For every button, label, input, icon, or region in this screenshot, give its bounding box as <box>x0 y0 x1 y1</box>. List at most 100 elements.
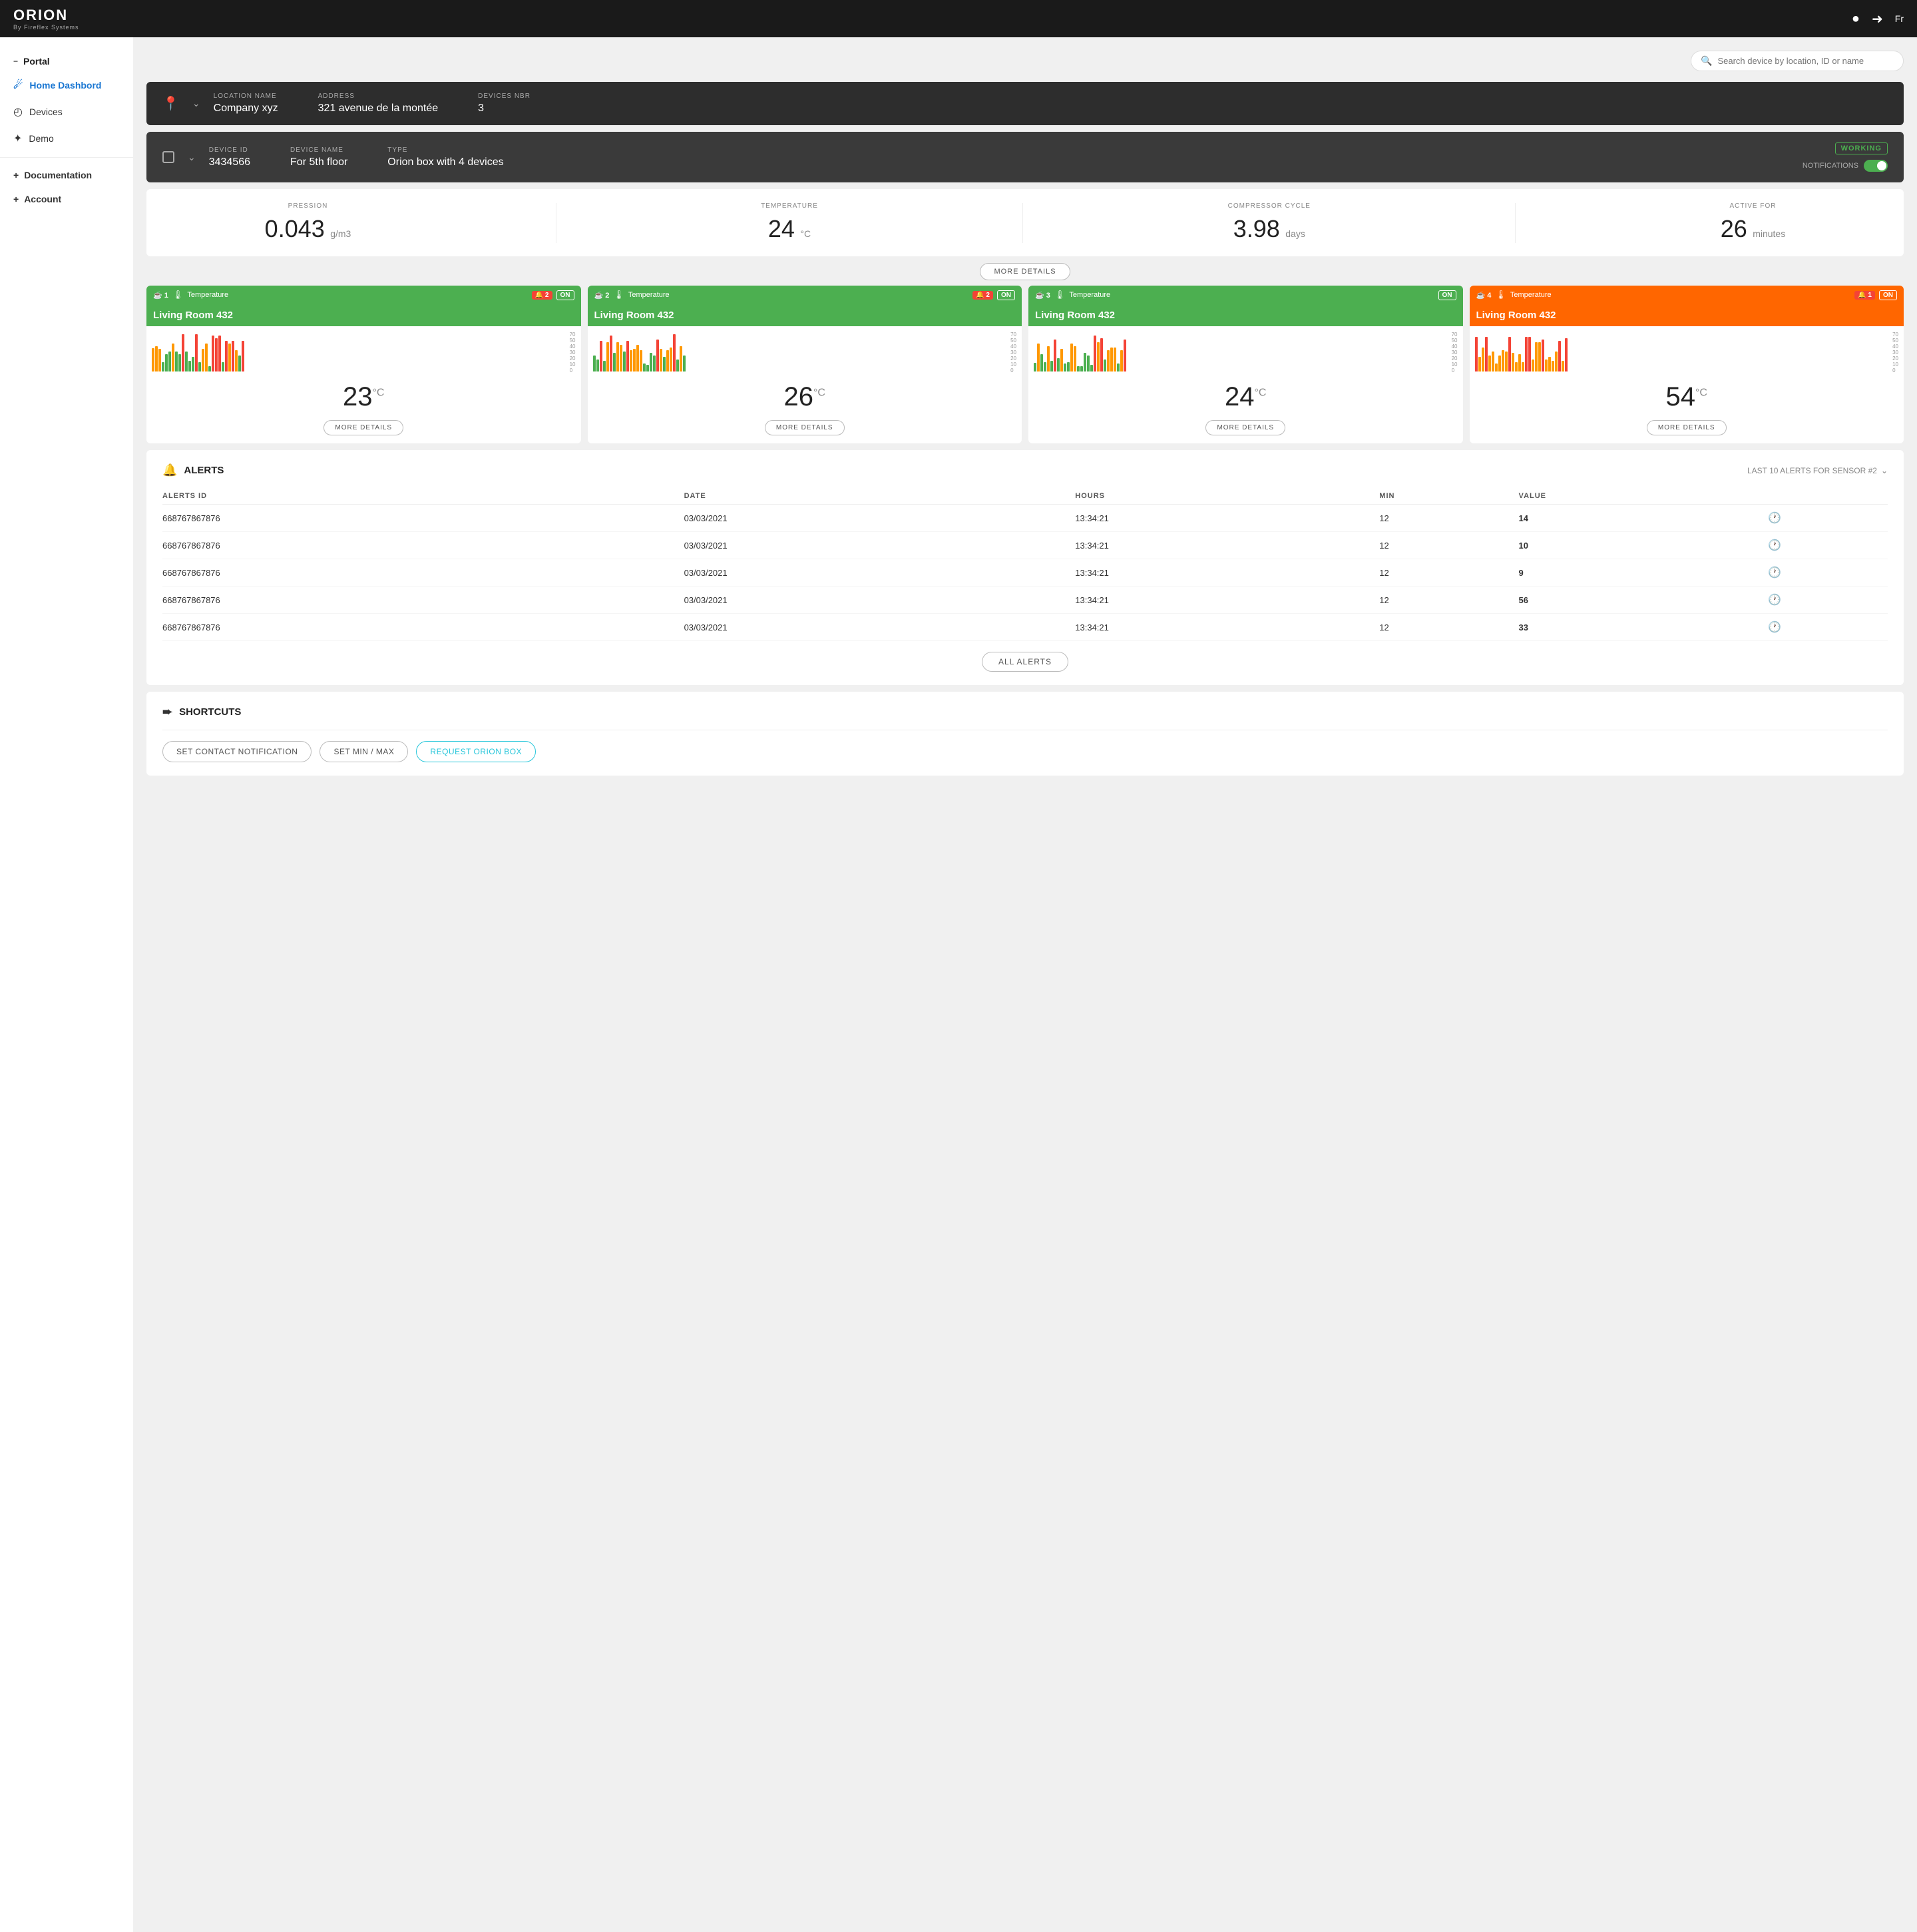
chart-bar <box>1044 362 1046 371</box>
sidebar-item-devices[interactable]: ◴ Devices <box>0 99 133 125</box>
location-address-value: 321 avenue de la montée <box>318 103 439 115</box>
sensor-card-1: ☕ 1 🌡 Temperature 🔔 2 ON Living Room 432… <box>146 286 581 443</box>
alert-min-cell: 12 <box>1379 559 1518 587</box>
alert-badge: 🔔 1 <box>1854 291 1875 300</box>
chart-bar <box>1495 363 1498 371</box>
alert-action-cell[interactable]: 🕐 <box>1768 559 1888 587</box>
chart-bar <box>202 349 204 371</box>
thermometer-icon: 🌡 <box>1054 290 1066 300</box>
alert-date-cell: 03/03/2021 <box>684 614 1076 641</box>
sensor-more-details-button[interactable]: MORE DETAILS <box>323 420 403 435</box>
sensor-unit: °C <box>1255 387 1267 399</box>
working-badge: WORKING <box>1835 142 1888 154</box>
alerts-table: ALERTS ID DATE HOURS MIN VALUE 668767867… <box>162 488 1888 641</box>
alert-detail-icon[interactable]: 🕐 <box>1768 622 1781 633</box>
device-id-label: DEVICE ID <box>209 146 250 154</box>
alert-value-cell: 56 <box>1519 587 1768 614</box>
device-checkbox[interactable] <box>162 151 174 163</box>
chart-bar <box>673 334 676 371</box>
alert-detail-icon[interactable]: 🕐 <box>1768 513 1781 524</box>
sensor-more-details-button[interactable]: MORE DETAILS <box>765 420 845 435</box>
sidebar-item-demo[interactable]: ✦ Demo <box>0 125 133 152</box>
grid-icon: ☄ <box>13 79 23 92</box>
shortcut-set-contact-button[interactable]: SET CONTACT NOTIFICATION <box>162 741 312 762</box>
chart-bar <box>232 341 234 371</box>
chart-bar <box>593 356 596 371</box>
stat-active-unit: minutes <box>1753 228 1785 239</box>
location-name-value: Company xyz <box>214 103 278 115</box>
sidebar-item-label: Documentation <box>24 170 92 180</box>
location-name-field: LOCATION NAME Company xyz <box>214 93 278 115</box>
alert-action-cell[interactable]: 🕐 <box>1768 614 1888 641</box>
account-icon[interactable]: ● <box>1852 11 1860 27</box>
alert-action-cell[interactable]: 🕐 <box>1768 532 1888 559</box>
device-name-value: For 5th floor <box>290 156 347 168</box>
shortcut-set-min-max-button[interactable]: SET MIN / MAX <box>320 741 408 762</box>
chart-bars <box>593 332 1006 371</box>
logout-icon[interactable]: ➜ <box>1872 11 1883 27</box>
chart-bar <box>1107 350 1110 371</box>
shortcut-request-orion-button[interactable]: REQUEST ORION BOX <box>416 741 536 762</box>
language-selector[interactable]: Fr <box>1895 13 1904 24</box>
sidebar-item-label: Demo <box>29 133 53 144</box>
location-devices-nbr-field: DEVICES NBR 3 <box>478 93 531 115</box>
chart-bar <box>1538 342 1541 371</box>
logo-text: ORION <box>13 7 68 24</box>
chart-bar <box>152 348 154 371</box>
chart-bar <box>218 336 221 371</box>
chart-bar <box>623 352 626 371</box>
chart-bar <box>600 341 602 371</box>
chart-bar <box>1488 356 1491 371</box>
alerts-table-header-row: ALERTS ID DATE HOURS MIN VALUE <box>162 488 1888 505</box>
alert-hours-cell: 13:34:21 <box>1075 559 1379 587</box>
device-chevron-icon[interactable]: ⌄ <box>188 152 196 163</box>
sidebar-divider <box>0 157 133 158</box>
col-min: MIN <box>1379 488 1518 505</box>
chart-bar <box>1498 356 1501 371</box>
sensor-more-details-button[interactable]: MORE DETAILS <box>1647 420 1727 435</box>
chart-bar <box>1124 340 1126 371</box>
chart-bar <box>1110 348 1113 371</box>
alert-id-cell: 668767867876 <box>162 614 684 641</box>
sensor-header: ☕ 3 🌡 Temperature ON <box>1028 286 1463 304</box>
on-badge: ON <box>1879 290 1897 300</box>
on-badge: ON <box>1438 290 1456 300</box>
sidebar-item-documentation[interactable]: + Documentation <box>0 163 133 187</box>
sidebar-item-home-dashboard[interactable]: ☄ Home Dashbord <box>0 72 133 99</box>
chart-bar <box>1478 357 1481 371</box>
sensor-name-bar: Living Room 432 <box>1470 304 1904 326</box>
alert-detail-icon[interactable]: 🕐 <box>1768 595 1781 606</box>
stat-compressor-value: 3.98 <box>1233 215 1280 242</box>
sidebar-item-account[interactable]: + Account <box>0 187 133 211</box>
col-action <box>1768 488 1888 505</box>
chart-bar <box>626 341 629 371</box>
alert-min-cell: 12 <box>1379 505 1518 532</box>
sidebar-collapse-btn[interactable]: − Portal <box>0 51 133 72</box>
alert-action-cell[interactable]: 🕐 <box>1768 587 1888 614</box>
alert-hours-cell: 13:34:21 <box>1075 587 1379 614</box>
more-details-button[interactable]: MORE DETAILS <box>980 263 1070 280</box>
all-alerts-button[interactable]: ALL ALERTS <box>982 652 1068 672</box>
chart-bar <box>215 338 218 371</box>
alert-detail-icon[interactable]: 🕐 <box>1768 567 1781 579</box>
alert-min-cell: 12 <box>1379 587 1518 614</box>
demo-icon: ✦ <box>13 132 22 145</box>
alerts-section: 🔔 ALERTS LAST 10 ALERTS FOR SENSOR #2 ⌄ … <box>146 450 1904 685</box>
chart-bar <box>1070 344 1073 371</box>
shortcuts-title: SHORTCUTS <box>179 706 241 718</box>
location-chevron-icon[interactable]: ⌄ <box>192 98 200 109</box>
col-alerts-id: ALERTS ID <box>162 488 684 505</box>
alerts-sensor-label[interactable]: LAST 10 ALERTS FOR SENSOR #2 ⌄ <box>1747 466 1888 475</box>
sidebar-item-label: Devices <box>29 107 63 117</box>
chart-bar <box>165 354 168 371</box>
sensor-header: ☕ 4 🌡 Temperature 🔔 1 ON <box>1470 286 1904 304</box>
sensor-more-details-button[interactable]: MORE DETAILS <box>1205 420 1285 435</box>
chart-bar <box>1528 337 1531 371</box>
chart-bar <box>1037 344 1040 371</box>
alert-detail-icon[interactable]: 🕐 <box>1768 540 1781 551</box>
sensor-type: Temperature <box>628 291 968 299</box>
search-input[interactable] <box>1717 56 1894 66</box>
notifications-toggle[interactable] <box>1864 160 1888 172</box>
alert-action-cell[interactable]: 🕐 <box>1768 505 1888 532</box>
sensor-chart-area: 70 50 40 30 20 10 0 <box>1470 326 1904 377</box>
